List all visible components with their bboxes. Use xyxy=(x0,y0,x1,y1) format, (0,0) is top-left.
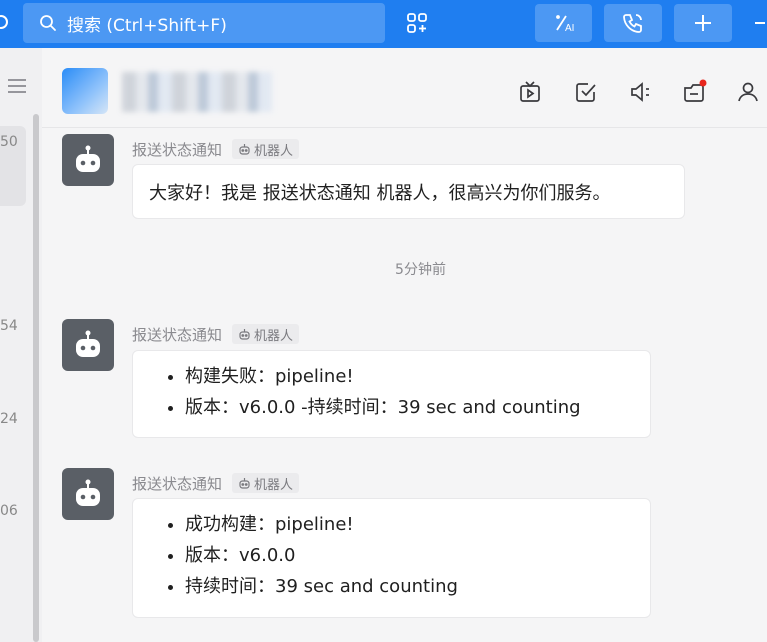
conversation-time: 54 xyxy=(0,318,18,334)
phone-call-icon[interactable] xyxy=(604,4,662,42)
robot-tag-icon xyxy=(238,328,251,341)
ai-icon[interactable]: AI xyxy=(535,4,592,42)
list-item: 构建失败：pipeline! xyxy=(185,361,634,392)
message-list-items: 构建失败：pipeline! 版本：v6.0.0 -持续时间：39 sec an… xyxy=(133,351,650,433)
apps-grid-icon[interactable] xyxy=(398,4,436,42)
task-check-icon[interactable] xyxy=(572,78,600,106)
avatar[interactable] xyxy=(62,68,108,114)
message-bubble[interactable]: 大家好！我是 报送状态通知 机器人，很高兴为你们服务。 xyxy=(132,164,685,219)
robot-icon[interactable] xyxy=(62,319,114,371)
robot-tag-label: 机器人 xyxy=(254,477,294,493)
list-item: 版本：v6.0.0 xyxy=(185,540,634,571)
robot-tag-icon xyxy=(238,143,251,156)
menu-icon[interactable] xyxy=(6,76,28,100)
list-item: 持续时间：39 sec and counting xyxy=(185,571,634,602)
conversation-time: 24 xyxy=(0,411,18,427)
search-placeholder: 搜索 (Ctrl+Shift+F) xyxy=(67,15,227,36)
robot-icon[interactable] xyxy=(62,134,114,186)
svg-text:AI: AI xyxy=(565,23,574,34)
sender-name[interactable]: 报送状态通知 xyxy=(132,324,222,345)
robot-tag: 机器人 xyxy=(232,324,300,344)
minimize-icon[interactable] xyxy=(748,4,767,42)
list-item: 版本：v6.0.0 -持续时间：39 sec and counting xyxy=(185,392,634,423)
message-text: 大家好！我是 报送状态通知 机器人，很高兴为你们服务。 xyxy=(149,182,611,204)
robot-tag-label: 机器人 xyxy=(254,328,294,344)
chat-header xyxy=(42,48,767,128)
message-list-items: 成功构建：pipeline! 版本：v6.0.0 持续时间：39 sec and… xyxy=(133,499,650,612)
message-bubble[interactable]: 构建失败：pipeline! 版本：v6.0.0 -持续时间：39 sec an… xyxy=(132,350,651,438)
sender-row: 报送状态通知 机器人 xyxy=(132,138,300,160)
robot-icon[interactable] xyxy=(62,468,114,520)
search-icon xyxy=(37,12,59,34)
announcement-icon[interactable] xyxy=(626,78,654,106)
conversation-time: 50 xyxy=(0,134,18,150)
sender-name[interactable]: 报送状态通知 xyxy=(132,473,222,494)
chat-title xyxy=(122,72,272,112)
sender-row: 报送状态通知 机器人 xyxy=(132,323,300,345)
sender-name[interactable]: 报送状态通知 xyxy=(132,139,222,160)
top-bar: 搜索 (Ctrl+Shift+F) AI xyxy=(0,0,767,48)
robot-tag: 机器人 xyxy=(232,473,300,493)
plus-icon[interactable] xyxy=(674,4,732,42)
timestamp: 5分钟前 xyxy=(395,262,446,278)
scrollbar[interactable] xyxy=(33,114,39,642)
list-item: 成功构建：pipeline! xyxy=(185,509,634,540)
member-icon[interactable] xyxy=(734,78,762,106)
search-input[interactable]: 搜索 (Ctrl+Shift+F) xyxy=(23,3,385,43)
robot-tag-icon xyxy=(238,477,251,490)
conversation-time: 06 xyxy=(0,503,18,519)
sender-row: 报送状态通知 机器人 xyxy=(132,472,300,494)
window-control-icon[interactable] xyxy=(0,15,8,29)
robot-tag-label: 机器人 xyxy=(254,143,294,159)
notes-icon[interactable] xyxy=(680,78,708,106)
robot-tag: 机器人 xyxy=(232,139,300,159)
message-bubble[interactable]: 成功构建：pipeline! 版本：v6.0.0 持续时间：39 sec and… xyxy=(132,498,651,618)
message-list: 报送状态通知 机器人 大家好！我是 报送状态通知 机器人，很高兴为你们服务。 5… xyxy=(42,128,767,642)
conversation-list: 50 54 24 06 xyxy=(0,48,42,642)
tv-icon[interactable] xyxy=(516,78,544,106)
